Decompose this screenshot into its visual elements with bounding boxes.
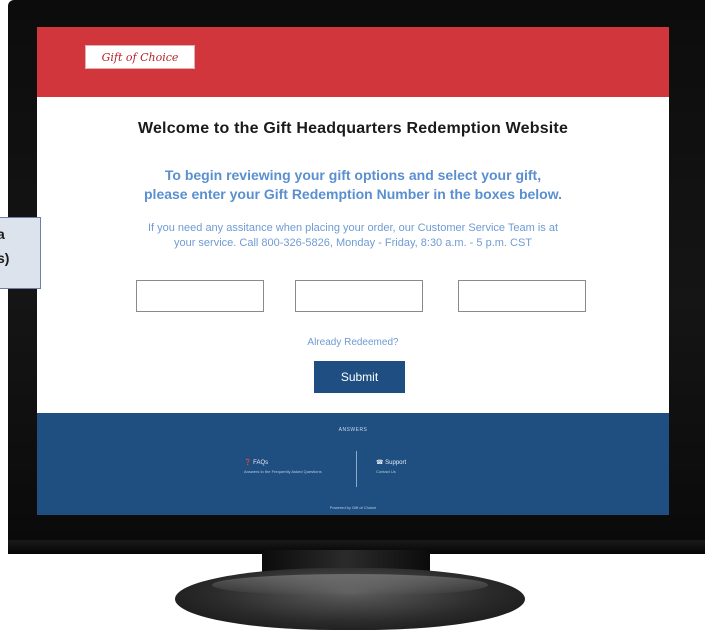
redemption-number-field-3[interactable] [458, 280, 586, 312]
monitor-base-highlight [212, 574, 488, 596]
redemption-number-field-1[interactable] [136, 280, 264, 312]
instructions-line-1: To begin reviewing your gift options and… [164, 167, 542, 183]
already-redeemed-link[interactable]: Already Redeemed? [37, 337, 669, 348]
website-screen: Gift of Choice Welcome to the Gift Headq… [37, 27, 669, 515]
support-icon: ☎ [376, 460, 384, 466]
footer-heading: ANSWERS [338, 427, 368, 433]
gift-of-choice-logo[interactable]: Gift of Choice [85, 45, 195, 69]
submit-button[interactable]: Submit [314, 361, 405, 393]
logo-text: Gift of Choice [101, 50, 179, 64]
powered-by: Powered by Gift of Choice [329, 505, 377, 510]
callout-line-1: a [0, 226, 5, 242]
faqs-label: FAQs [253, 460, 269, 466]
redemption-number-field-2[interactable] [295, 280, 423, 312]
instructions-line-2: please enter your Gift Redemption Number… [144, 186, 562, 202]
page-title: Welcome to the Gift Headquarters Redempt… [137, 120, 569, 137]
help-line-1: If you need any assitance when placing y… [147, 222, 559, 234]
support-text: Contact Us [376, 469, 396, 474]
footer-support[interactable]: ☎ Support Contact Us [376, 459, 486, 475]
faqs-title: ❓ FAQs [244, 459, 354, 466]
help-line-2: your service. Call 800-326-5826, Monday … [173, 237, 533, 249]
instructions-heading: To begin reviewing your gift options and… [37, 166, 669, 204]
support-title: ☎ Support [376, 459, 486, 466]
faq-icon: ❓ [244, 460, 252, 466]
footer-divider [356, 451, 357, 487]
site-footer: ANSWERS ❓ FAQs Answers to the Frequently… [37, 413, 669, 515]
callout-box: a s) [0, 217, 41, 289]
site-header: Gift of Choice [37, 27, 669, 97]
faqs-text: Answers to the Frequently Asked Question… [244, 469, 322, 474]
callout-line-2: s) [0, 250, 10, 266]
support-label: Support [385, 460, 407, 466]
customer-service-note: If you need any assitance when placing y… [37, 221, 669, 251]
footer-faqs[interactable]: ❓ FAQs Answers to the Frequently Asked Q… [244, 459, 354, 475]
